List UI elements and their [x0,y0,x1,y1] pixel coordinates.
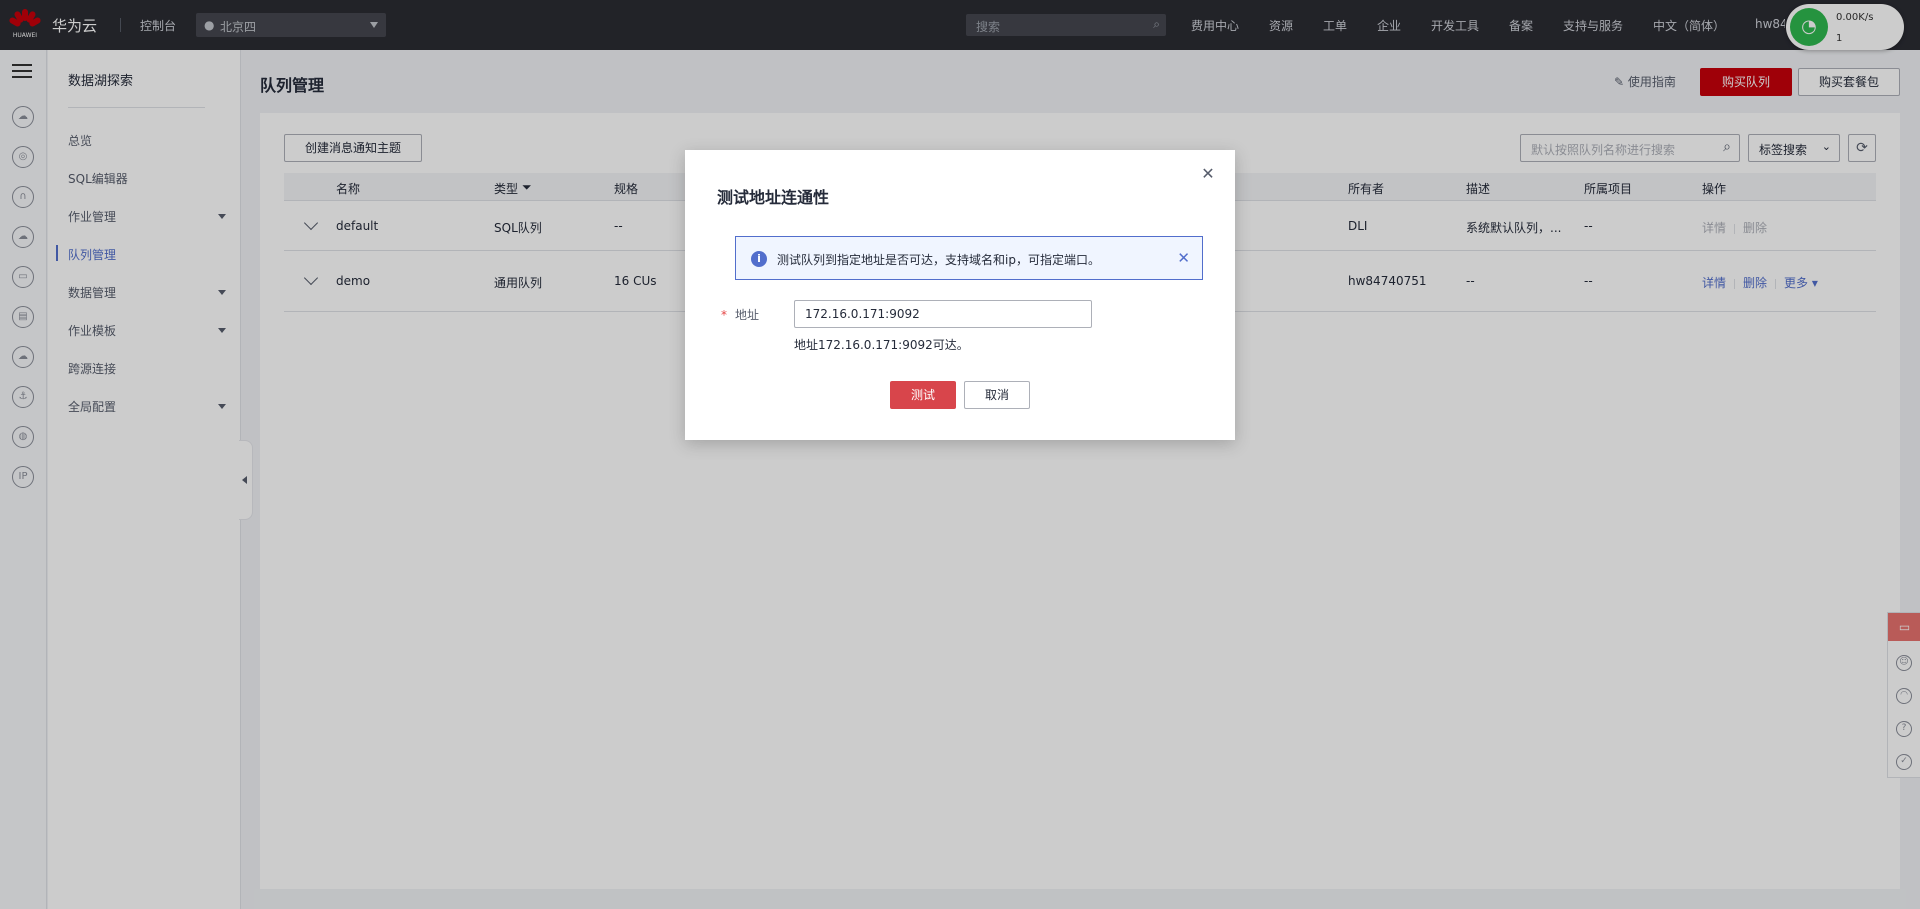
test-button[interactable]: 测试 [890,381,956,409]
required-mark: * [721,308,727,322]
dialog-title: 测试地址连通性 [717,188,830,207]
address-label: 地址 [735,308,760,322]
info-icon: i [751,251,767,267]
alert-close-icon[interactable]: ✕ [1177,250,1190,266]
info-alert: i 测试队列到指定地址是否可达，支持域名和ip，可指定端口。 ✕ [735,236,1203,280]
address-input[interactable] [794,300,1092,328]
test-result: 地址172.16.0.171:9092可达。 [794,338,969,352]
close-icon[interactable]: ✕ [1200,166,1216,182]
test-connectivity-dialog: 测试地址连通性 ✕ i 测试队列到指定地址是否可达，支持域名和ip，可指定端口。… [685,150,1235,440]
cancel-button[interactable]: 取消 [964,381,1030,409]
alert-text: 测试队列到指定地址是否可达，支持域名和ip，可指定端口。 [777,253,1100,267]
modal-overlay[interactable] [0,0,1920,909]
